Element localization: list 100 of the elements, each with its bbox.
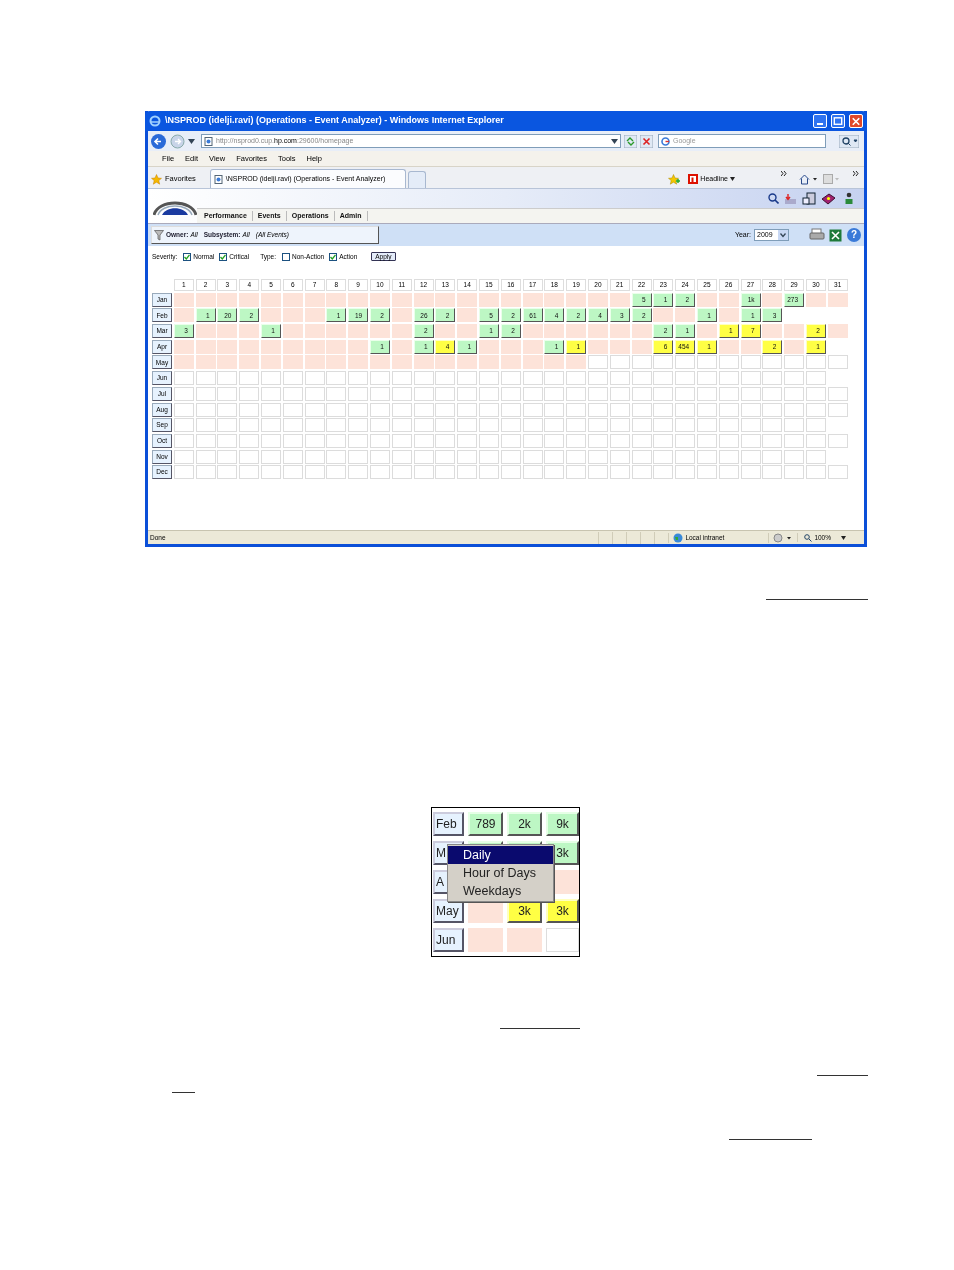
day-cell — [544, 386, 565, 401]
person-icon[interactable] — [844, 192, 854, 205]
day-cell — [500, 339, 521, 354]
day-cell — [282, 386, 303, 401]
day-cell — [544, 418, 565, 433]
day-cell — [457, 292, 478, 307]
day-cell — [762, 465, 783, 480]
day-cell — [239, 371, 260, 386]
day-cell — [762, 449, 783, 464]
day-cell — [369, 386, 390, 401]
spreadsheet-icon[interactable] — [829, 228, 842, 242]
day-cell — [696, 355, 717, 370]
day-cell — [631, 386, 652, 401]
day-cell — [500, 465, 521, 480]
day-cell — [173, 465, 194, 480]
checkbox[interactable] — [329, 252, 338, 261]
checkbox[interactable] — [282, 252, 291, 261]
day-cell — [696, 371, 717, 386]
day-cell — [326, 371, 347, 386]
day-cell — [348, 386, 369, 401]
printer-icon[interactable] — [809, 228, 825, 242]
day-cell — [391, 433, 412, 448]
ie-logo-icon — [149, 115, 161, 127]
day-cell — [457, 355, 478, 370]
event-count-button[interactable]: 9k — [546, 812, 579, 836]
month-button[interactable]: Jun — [433, 928, 464, 952]
zoom-icon — [804, 533, 813, 542]
minimize-icon — [817, 123, 823, 125]
day-cell — [391, 449, 412, 464]
day-cell — [631, 465, 652, 480]
search-button[interactable] — [839, 134, 859, 148]
day-cell — [827, 433, 848, 448]
book-icon[interactable] — [821, 192, 836, 205]
day-cell — [718, 355, 739, 370]
maximize-button[interactable] — [831, 114, 845, 128]
day-cell — [631, 418, 652, 433]
day-cell — [326, 433, 347, 448]
download-icon[interactable] — [784, 192, 797, 205]
day-cell — [566, 465, 587, 480]
day-cell — [261, 292, 281, 307]
day-cell — [413, 371, 434, 386]
chevron-icon[interactable] — [853, 171, 859, 176]
day-cell — [239, 433, 260, 448]
day-cell — [566, 433, 587, 448]
event-count-button[interactable]: 2k — [507, 812, 542, 836]
day-cell — [696, 433, 717, 448]
help-button[interactable]: ? — [847, 228, 861, 242]
day-cell — [609, 355, 630, 370]
day-cell — [173, 308, 194, 323]
day-cell — [805, 371, 826, 386]
day-cell — [696, 386, 717, 401]
day-cell — [282, 324, 303, 339]
day-cell — [522, 449, 543, 464]
day-cell — [261, 402, 281, 417]
day-cell — [827, 465, 848, 480]
home-icon[interactable] — [799, 173, 817, 185]
day-cell — [762, 292, 783, 307]
minimize-button[interactable] — [813, 114, 827, 128]
day-cell — [457, 324, 478, 339]
menu-item[interactable]: Daily — [448, 846, 553, 864]
day-cell — [239, 418, 260, 433]
day-cell — [544, 449, 565, 464]
stop-button[interactable] — [640, 134, 653, 148]
day-cell — [195, 433, 216, 448]
day-cell — [827, 324, 848, 339]
back-button[interactable] — [150, 132, 167, 150]
day-cell — [784, 449, 805, 464]
day-cell — [369, 418, 390, 433]
day-cell — [282, 418, 303, 433]
day-cell — [805, 386, 826, 401]
refresh-button[interactable] — [624, 134, 637, 148]
day-cell — [468, 928, 503, 952]
close-button[interactable] — [849, 114, 863, 128]
day-cell — [805, 418, 826, 433]
event-count-button[interactable]: 3k — [546, 899, 579, 923]
day-cell — [653, 433, 674, 448]
day-cell — [718, 308, 739, 323]
day-cell — [304, 402, 325, 417]
checkbox[interactable] — [219, 252, 228, 261]
day-cell — [609, 433, 630, 448]
checkbox[interactable] — [183, 252, 192, 261]
day-cell — [566, 418, 587, 433]
dropdown-caret-icon[interactable] — [188, 138, 195, 144]
day-cell — [282, 465, 303, 480]
day-cell — [391, 308, 412, 323]
day-cell — [457, 433, 478, 448]
day-cell — [391, 402, 412, 417]
month-button[interactable]: May — [433, 899, 464, 923]
day-cell — [413, 355, 434, 370]
day-cell — [304, 465, 325, 480]
event-count-button[interactable]: 789 — [468, 812, 503, 836]
search-icon[interactable] — [768, 193, 779, 204]
menu-item[interactable]: Weekdays — [448, 882, 553, 900]
month-button[interactable]: Feb — [433, 812, 464, 836]
menu-item[interactable]: Hour of Days — [448, 864, 553, 882]
day-cell — [369, 355, 390, 370]
devices-icon[interactable] — [802, 192, 816, 205]
chevron-icon[interactable] — [781, 171, 787, 176]
day-cell — [391, 292, 412, 307]
day-cell — [369, 449, 390, 464]
